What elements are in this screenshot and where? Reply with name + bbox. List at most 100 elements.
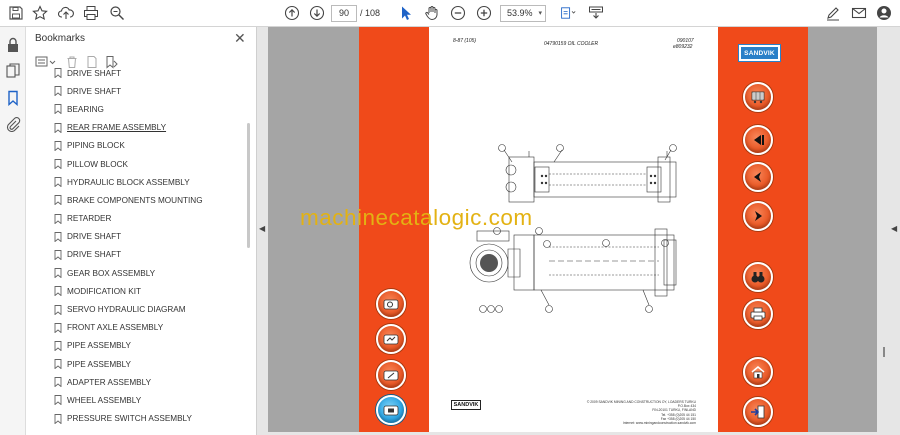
left-nav-button-4-active[interactable] <box>376 395 406 425</box>
bookmark-item[interactable]: MODIFICATION KIT <box>26 282 245 300</box>
bookmark-flag-icon <box>54 304 62 315</box>
bookmark-label: DRIVE SHAFT <box>67 232 122 242</box>
bookmark-flag-icon <box>54 159 62 170</box>
bookmark-star-icon[interactable] <box>30 4 50 22</box>
bookmark-item[interactable]: HYDRAULIC BLOCK ASSEMBLY <box>26 173 245 191</box>
bookmark-item[interactable]: WHEEL ASSEMBLY <box>26 391 245 409</box>
search-binoculars-button[interactable] <box>743 262 773 292</box>
sandvik-logo-badge[interactable]: SANDVIK <box>739 45 780 61</box>
bookmark-item[interactable]: DRIVE SHAFT <box>26 246 245 264</box>
bookmark-label: PIPE ASSEMBLY <box>67 359 132 369</box>
bookmark-item[interactable]: RETARDER <box>26 210 245 228</box>
top-toolbar: 90 / 108 53.9% ▾ <box>0 0 900 27</box>
bookmark-label: PIPE ASSEMBLY <box>67 341 132 351</box>
cart-button[interactable] <box>743 82 773 112</box>
doc-edit-icon <box>383 370 399 381</box>
bookmark-item[interactable]: DRIVE SHAFT <box>26 82 245 100</box>
bookmark-flag-icon <box>54 140 62 151</box>
scroll-thumb[interactable] <box>883 347 885 357</box>
next-page-button[interactable] <box>743 201 773 231</box>
bookmark-item[interactable]: DRIVE SHAFT <box>26 228 245 246</box>
chevron-down-icon: ▾ <box>538 10 542 17</box>
first-page-button[interactable] <box>743 125 773 155</box>
bookmark-flag-icon <box>54 395 62 406</box>
select-cursor-icon[interactable] <box>396 4 416 22</box>
left-nav-button-3[interactable] <box>376 360 406 390</box>
left-nav-button-1[interactable] <box>376 289 406 319</box>
upload-cloud-icon[interactable] <box>56 4 76 22</box>
bookmark-item[interactable]: PIPE ASSEMBLY <box>26 355 245 373</box>
bookmark-item[interactable]: BEARING <box>26 100 245 118</box>
bookmark-flag-icon <box>54 268 62 279</box>
sign-pen-icon[interactable] <box>823 4 843 22</box>
bookmark-flag-icon <box>54 86 62 97</box>
bookmark-label: BEARING <box>67 104 104 114</box>
save-icon[interactable] <box>6 4 26 22</box>
bookmark-item[interactable]: PRESSURE SWITCH ASSEMBLY <box>26 410 245 428</box>
close-icon[interactable]: ✕ <box>234 30 246 47</box>
print-icon[interactable] <box>81 4 101 22</box>
zoom-level-value: 53.9% <box>507 8 533 18</box>
page-fit-icon[interactable] <box>556 4 580 22</box>
home-button[interactable] <box>743 357 773 387</box>
first-page-icon <box>754 135 764 145</box>
bookmark-label: PRESSURE SWITCH ASSEMBLY <box>67 414 192 424</box>
attachment-icon[interactable] <box>5 116 21 133</box>
bookmark-flag-icon <box>54 377 62 388</box>
bookmark-item[interactable]: ADAPTER ASSEMBLY <box>26 373 245 391</box>
exit-button[interactable] <box>743 397 773 427</box>
bookmark-item[interactable]: FRONT AXLE ASSEMBLY <box>26 319 245 337</box>
bookmark-item[interactable]: PIPING BLOCK <box>26 137 245 155</box>
watermark-text: machinecatalogic.com <box>300 205 533 230</box>
bookmark-item[interactable]: PIPE ASSEMBLY <box>26 337 245 355</box>
bookmarks-scrollbar[interactable] <box>247 123 250 248</box>
bookmark-label: PILLOW BLOCK <box>67 159 128 169</box>
left-nav-button-2[interactable] <box>376 324 406 354</box>
sandvik-footer-logo: SANDVIK <box>451 400 481 410</box>
bookmark-item[interactable]: DRIVE SHAFT <box>26 64 245 82</box>
bookmark-item[interactable]: GEAR BOX ASSEMBLY <box>26 264 245 282</box>
bookmark-flag-icon <box>54 177 62 188</box>
page-number-input[interactable]: 90 <box>331 5 357 22</box>
document-scrollbar[interactable] <box>876 27 886 435</box>
hand-tool-icon[interactable] <box>422 4 442 22</box>
bookmark-item[interactable]: PILLOW BLOCK <box>26 155 245 173</box>
bookmark-label: ADAPTER ASSEMBLY <box>67 377 152 387</box>
previous-arrow-icon <box>754 172 761 182</box>
bookmark-label: BRAKE COMPONENTS MOUNTING <box>67 195 203 205</box>
keyboard-tools-icon[interactable] <box>586 4 606 22</box>
doc-view-icon <box>383 334 399 345</box>
shopping-cart-icon <box>751 91 765 104</box>
bookmark-item[interactable]: BRAKE COMPONENTS MOUNTING <box>26 191 245 209</box>
print-button[interactable] <box>743 299 773 329</box>
zoom-out-icon[interactable] <box>448 4 468 22</box>
account-icon[interactable] <box>874 4 894 22</box>
collapse-left-icon[interactable]: ◀ <box>259 224 265 233</box>
page-total: / 108 <box>360 8 381 18</box>
previous-page-button[interactable] <box>743 162 773 192</box>
doc-info-icon <box>383 405 399 416</box>
printer-icon <box>750 307 766 321</box>
doc-search-icon <box>383 299 399 310</box>
bookmark-flag-icon <box>54 231 62 242</box>
bookmark-list: DRIVE SHAFT DRIVE SHAFT BEARING REAR FRAME … <box>26 68 245 428</box>
bookmark-label: DRIVE SHAFT <box>67 250 122 260</box>
bookmark-flag-icon <box>54 195 62 206</box>
next-page-icon[interactable] <box>307 4 327 22</box>
bookmark-item[interactable]: REAR FRAME ASSEMBLY <box>26 119 245 137</box>
mail-icon[interactable] <box>849 4 869 22</box>
collapse-right-icon[interactable]: ◀ <box>891 224 897 233</box>
bookmark-item[interactable]: SERVO HYDRAULIC DIAGRAM <box>26 300 245 318</box>
zoom-search-icon[interactable] <box>107 4 127 22</box>
lock-icon[interactable] <box>5 37 21 53</box>
bookmarks-title: Bookmarks <box>35 33 86 44</box>
previous-page-icon[interactable] <box>282 4 302 22</box>
left-tool-rail <box>0 27 26 435</box>
zoom-level-select[interactable]: 53.9% ▾ <box>500 5 546 22</box>
bookmark-panel-icon[interactable] <box>5 90 21 107</box>
pages-thumbnail-icon[interactable] <box>5 63 21 79</box>
footer-line: Internet: www.miningandconstruction.sand… <box>622 421 696 426</box>
bookmark-flag-icon <box>54 250 62 260</box>
zoom-in-icon[interactable] <box>474 4 494 22</box>
bookmark-label: DRIVE SHAFT <box>67 68 122 78</box>
